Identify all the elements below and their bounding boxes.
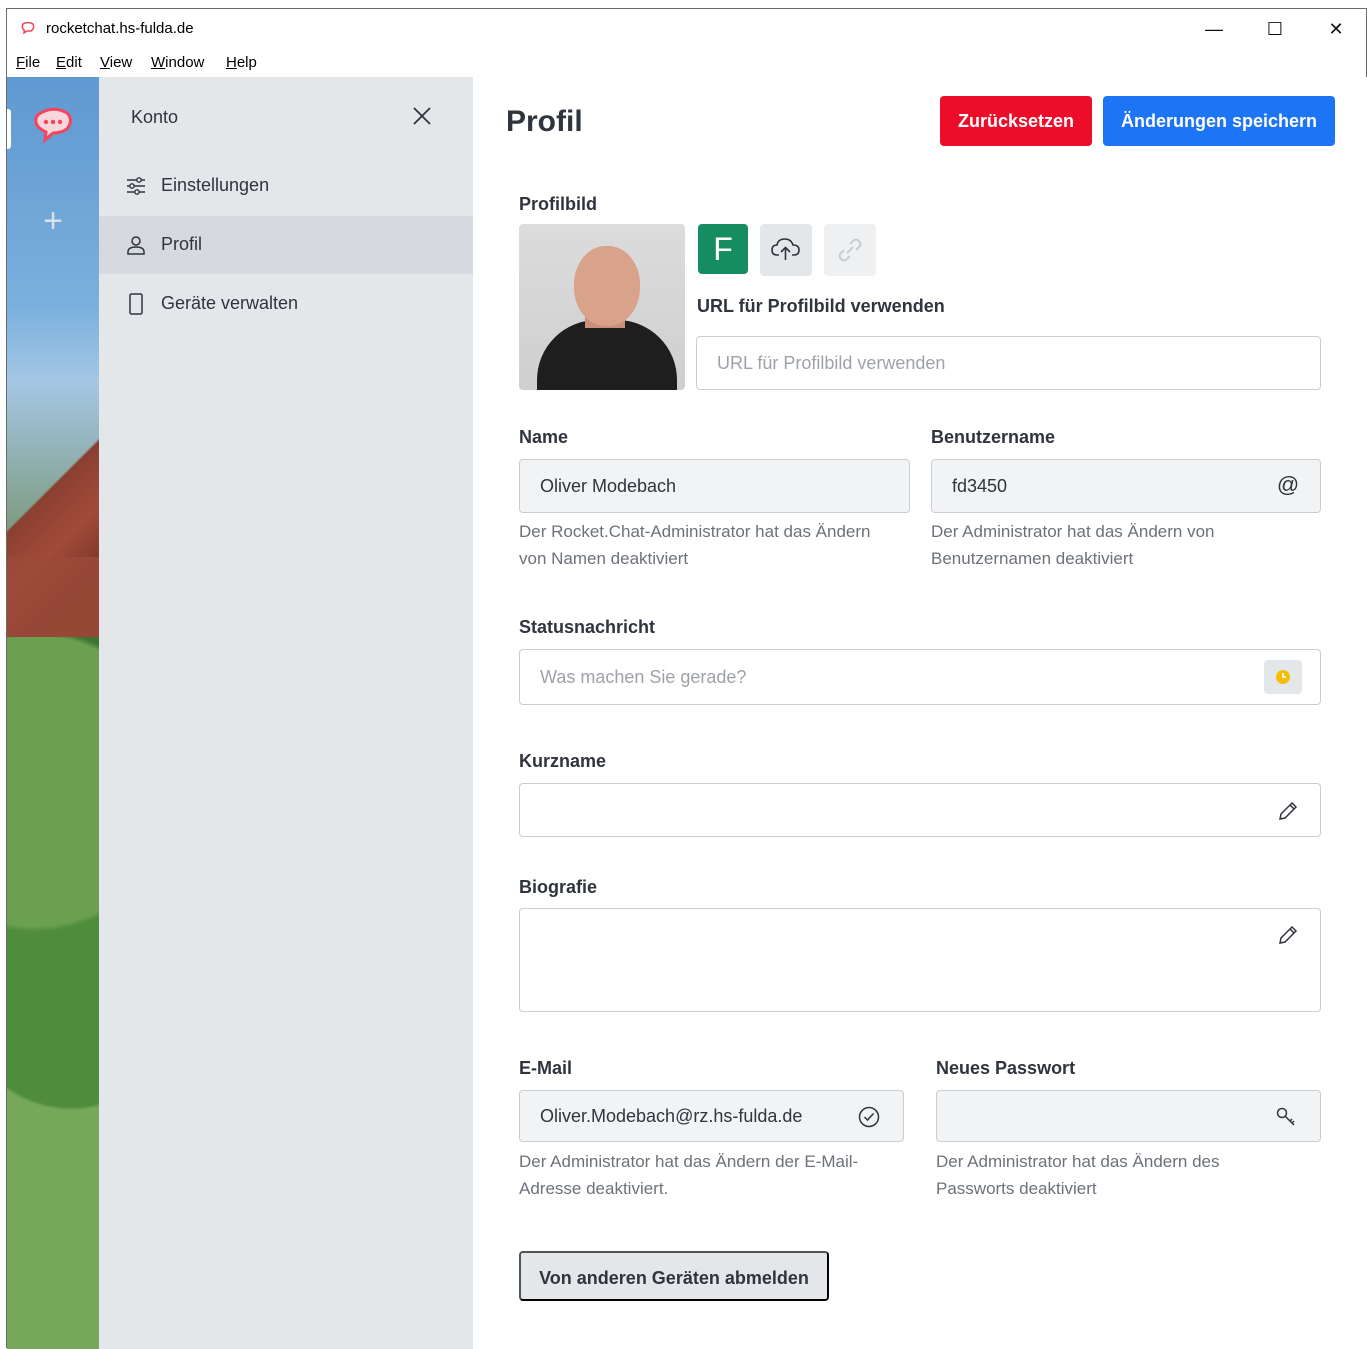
username-field[interactable]: fd3450 @ [931, 459, 1321, 513]
sidebar-item-label: Profil [161, 234, 203, 254]
avatar-letter-button[interactable]: F [698, 224, 748, 274]
avatar-label: Profilbild [519, 194, 597, 214]
email-field[interactable]: Oliver.Modebach@rz.hs-fulda.de [519, 1090, 904, 1142]
menu-help[interactable]: Help [226, 54, 257, 71]
pencil-icon [1279, 801, 1298, 820]
mobile-icon [129, 293, 143, 315]
at-icon: @ [1276, 472, 1300, 497]
link-icon [838, 238, 862, 262]
avatar-url-input[interactable]: URL für Profilbild verwenden [696, 336, 1321, 390]
sidebar-header: Konto [99, 77, 473, 157]
nickname-input[interactable] [519, 783, 1321, 837]
menu-edit[interactable]: Edit [56, 54, 82, 71]
reset-button[interactable]: Zurücksetzen [940, 96, 1092, 146]
name-field[interactable]: Oliver Modebach [519, 459, 910, 513]
avatar-url-link-button[interactable] [824, 224, 876, 276]
maximize-button[interactable]: ☐ [1252, 15, 1298, 43]
sidebar-item-label: Geräte verwalten [161, 293, 299, 313]
password-label: Neues Passwort [936, 1058, 1076, 1078]
add-server-icon[interactable]: + [37, 204, 69, 238]
sidebar-item-profil[interactable]: Profil [99, 216, 473, 274]
bio-textarea[interactable] [519, 908, 1321, 1012]
cloud-upload-icon [771, 238, 800, 260]
account-sidebar: Konto Einstellungen Profil Geräte verwal… [99, 77, 473, 1349]
sidebar-item-label: Einstellungen [161, 175, 270, 195]
logout-other-devices-button[interactable]: Von anderen Geräten abmelden [519, 1251, 829, 1301]
pencil-icon [1279, 925, 1298, 944]
minimize-button[interactable]: — [1191, 15, 1237, 43]
menu-view[interactable]: View [100, 54, 132, 71]
avatar-url-label: URL für Profilbild verwenden [697, 296, 945, 316]
user-icon [127, 236, 145, 255]
menu-bar: File Edit View Window Help [7, 51, 1366, 77]
bio-label: Biografie [519, 877, 598, 897]
server-rocketchat-icon[interactable] [31, 105, 75, 145]
sliders-icon [127, 177, 145, 195]
sidebar-item-einstellungen[interactable]: Einstellungen [99, 157, 473, 215]
email-hint: Der Administrator hat das Ändern der E-M… [519, 1152, 859, 1198]
server-rail: + [7, 77, 99, 1349]
sidebar-title: Konto [131, 107, 179, 127]
nickname-label: Kurzname [519, 751, 607, 771]
status-label: Statusnachricht [519, 617, 656, 637]
name-label: Name [519, 427, 569, 447]
page-title: Profil [506, 105, 583, 138]
upload-avatar-button[interactable] [760, 224, 812, 276]
app-window: rocketchat.hs-fulda.de — ☐ ✕ File Edit V… [6, 8, 1367, 1349]
key-icon [1276, 1107, 1295, 1126]
status-selector-button[interactable] [1264, 660, 1302, 694]
name-hint: Der Rocket.Chat-Administrator hat das Än… [519, 522, 871, 568]
profile-page: Profil Zurücksetzen Änderungen speichern… [473, 77, 1367, 1349]
password-hint: Der Administrator hat das Ändern des Pas… [936, 1152, 1220, 1198]
avatar-image [519, 224, 685, 390]
active-server-indicator [7, 109, 11, 149]
rocketchat-logo-icon [21, 22, 35, 34]
save-changes-button[interactable]: Änderungen speichern [1103, 96, 1335, 146]
email-label: E-Mail [519, 1058, 573, 1078]
username-hint: Der Administrator hat das Ändern von Ben… [931, 522, 1215, 568]
verified-check-icon [858, 1106, 880, 1128]
window-title: rocketchat.hs-fulda.de [46, 20, 194, 37]
menu-file[interactable]: File [16, 54, 40, 71]
username-label: Benutzername [931, 427, 1056, 447]
sidebar-item-geraete[interactable]: Geräte verwalten [99, 275, 473, 333]
menu-window[interactable]: Window [151, 54, 204, 71]
close-window-button[interactable]: ✕ [1313, 15, 1359, 43]
clock-status-icon [1276, 670, 1290, 684]
new-password-field[interactable] [936, 1090, 1321, 1142]
close-icon[interactable] [407, 101, 437, 131]
title-bar: rocketchat.hs-fulda.de — ☐ ✕ [7, 9, 1366, 49]
status-message-input[interactable]: Was machen Sie gerade? [519, 649, 1321, 705]
